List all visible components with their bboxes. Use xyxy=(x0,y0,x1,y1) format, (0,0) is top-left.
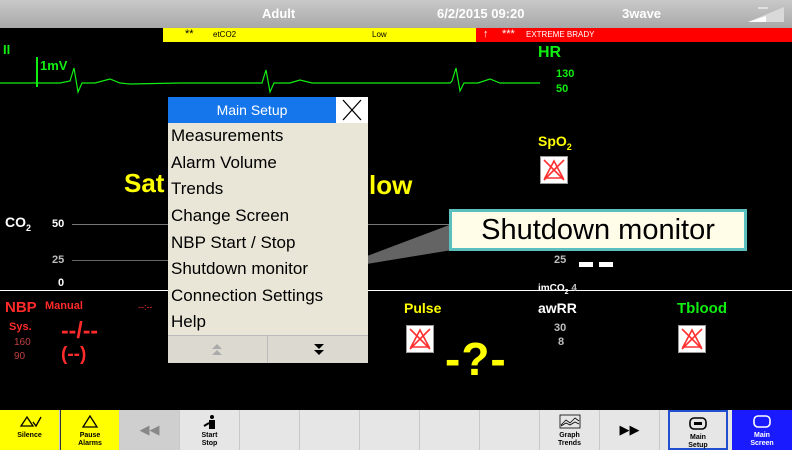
ecg-waveform xyxy=(0,67,540,95)
menu-title: Main Setup xyxy=(168,97,336,123)
co2-baseline xyxy=(368,290,792,291)
nbp-label[interactable]: NBP xyxy=(5,299,37,316)
co2-dash xyxy=(579,262,593,267)
menu-scroll-bar xyxy=(168,335,368,363)
patient-type: Adult xyxy=(262,6,296,21)
co2-label[interactable]: CO2 xyxy=(5,214,31,233)
empty-button[interactable] xyxy=(420,410,480,450)
fast-forward-icon: ▶▶ xyxy=(619,422,640,437)
signal-icon xyxy=(748,7,784,22)
co2-value-small: 25 xyxy=(554,254,567,266)
top-status-bar: Adult 6/2/2015 09:20 3wave xyxy=(0,0,792,28)
pulse-alarm-off-icon xyxy=(406,325,434,353)
imco2-label: imCO2 4 xyxy=(538,283,577,296)
rewind-button[interactable]: ◀◀ xyxy=(120,410,180,450)
silence-icon xyxy=(0,410,59,432)
menu-item-nbp-start-stop[interactable]: NBP Start / Stop xyxy=(171,233,295,253)
nbp-cuff-icon xyxy=(180,410,239,432)
pulse-label[interactable]: Pulse xyxy=(404,300,441,316)
nbp-start-stop-button[interactable]: Start Stop xyxy=(180,410,240,450)
nbp-low-limit: 90 xyxy=(14,351,26,362)
menu-item-alarm-volume[interactable]: Alarm Volume xyxy=(171,153,277,173)
main-setup-menu: Main Setup Measurements Alarm Volume Tre… xyxy=(168,97,368,363)
co2-dash xyxy=(599,262,613,267)
nbp-value: --/-- xyxy=(61,317,99,343)
empty-button[interactable] xyxy=(240,410,300,450)
hr-label[interactable]: HR xyxy=(538,44,561,62)
menu-item-help[interactable]: Help xyxy=(171,312,206,332)
alarm-stars: *** xyxy=(502,28,515,40)
alarm-text: EXTREME BRADY xyxy=(526,30,595,39)
hr-low-limit: 50 xyxy=(556,83,569,95)
co2-grid-mid xyxy=(72,260,168,261)
co2-baseline xyxy=(0,290,168,291)
waveform-mode: 3wave xyxy=(622,6,662,21)
empty-button[interactable] xyxy=(480,410,540,450)
main-screen-button[interactable]: Main Screen xyxy=(732,410,792,450)
awrr-low-limit: 8 xyxy=(558,336,565,348)
nbp-mean: (--) xyxy=(61,344,87,365)
rewind-icon: ◀◀ xyxy=(139,422,160,437)
alarm-arrow-icon: ↑ xyxy=(483,28,489,40)
spo2-alarm-off-icon xyxy=(540,156,568,184)
alarm-yellow-banner[interactable]: ** etCO2 Low xyxy=(163,28,476,42)
graph-trends-button[interactable]: Graph Trends xyxy=(540,410,600,450)
nbp-time: --:-- xyxy=(138,302,153,312)
scroll-down-button[interactable] xyxy=(268,336,368,363)
close-icon xyxy=(342,99,362,121)
silence-button[interactable]: Silence xyxy=(0,410,60,450)
alarm-condition: Low xyxy=(372,30,387,39)
co2-scale-top: 50 xyxy=(52,218,65,230)
main-setup-icon xyxy=(670,412,726,434)
nbp-mode: Manual xyxy=(45,300,83,312)
nbp-high-limit: 160 xyxy=(14,337,31,348)
main-setup-button[interactable]: Main Setup xyxy=(668,410,728,450)
double-chevron-down-icon xyxy=(314,344,324,355)
menu-item-shutdown-monitor[interactable]: Shutdown monitor xyxy=(171,259,308,279)
pulse-value: -?- xyxy=(445,333,507,385)
double-chevron-up-icon xyxy=(212,344,222,355)
fast-forward-button[interactable]: ▶▶ xyxy=(600,410,660,450)
menu-item-change-screen[interactable]: Change Screen xyxy=(171,206,289,226)
message-right: low xyxy=(369,170,413,200)
menu-item-trends[interactable]: Trends xyxy=(171,179,223,199)
scroll-up-button[interactable] xyxy=(168,336,268,363)
datetime: 6/2/2015 09:20 xyxy=(437,6,525,21)
bottom-toolbar: Silence Pause Alarms ◀◀ Start Stop Graph… xyxy=(0,410,792,450)
tblood-label[interactable]: Tblood xyxy=(677,300,727,317)
menu-item-measurements[interactable]: Measurements xyxy=(171,126,283,146)
co2-grid-top xyxy=(72,224,168,225)
menu-close-button[interactable] xyxy=(336,97,368,123)
message-left: Sat xyxy=(124,168,165,198)
nbp-sys-label: Sys. xyxy=(9,321,32,333)
shutdown-tooltip: Shutdown monitor xyxy=(449,209,747,251)
co2-scale-mid: 25 xyxy=(52,254,65,266)
spo2-label[interactable]: SpO2 xyxy=(538,133,572,152)
graph-trends-icon xyxy=(540,410,599,432)
co2-scale-bottom: 0 xyxy=(58,277,65,289)
pause-alarms-button[interactable]: Pause Alarms xyxy=(60,410,120,450)
awrr-label[interactable]: awRR xyxy=(538,300,577,316)
empty-button[interactable] xyxy=(300,410,360,450)
hr-high-limit: 130 xyxy=(556,68,575,80)
main-screen-icon xyxy=(732,410,792,432)
menu-item-connection-settings[interactable]: Connection Settings xyxy=(171,286,323,306)
alarm-stars: ** xyxy=(185,28,194,40)
pause-alarm-icon xyxy=(61,410,119,432)
alarm-red-banner[interactable]: ↑ *** EXTREME BRADY xyxy=(476,28,792,42)
awrr-high-limit: 30 xyxy=(554,322,567,334)
empty-button[interactable] xyxy=(360,410,420,450)
tblood-alarm-off-icon xyxy=(678,325,706,353)
ecg-lead: II xyxy=(3,42,11,57)
alarm-parameter: etCO2 xyxy=(213,30,237,39)
